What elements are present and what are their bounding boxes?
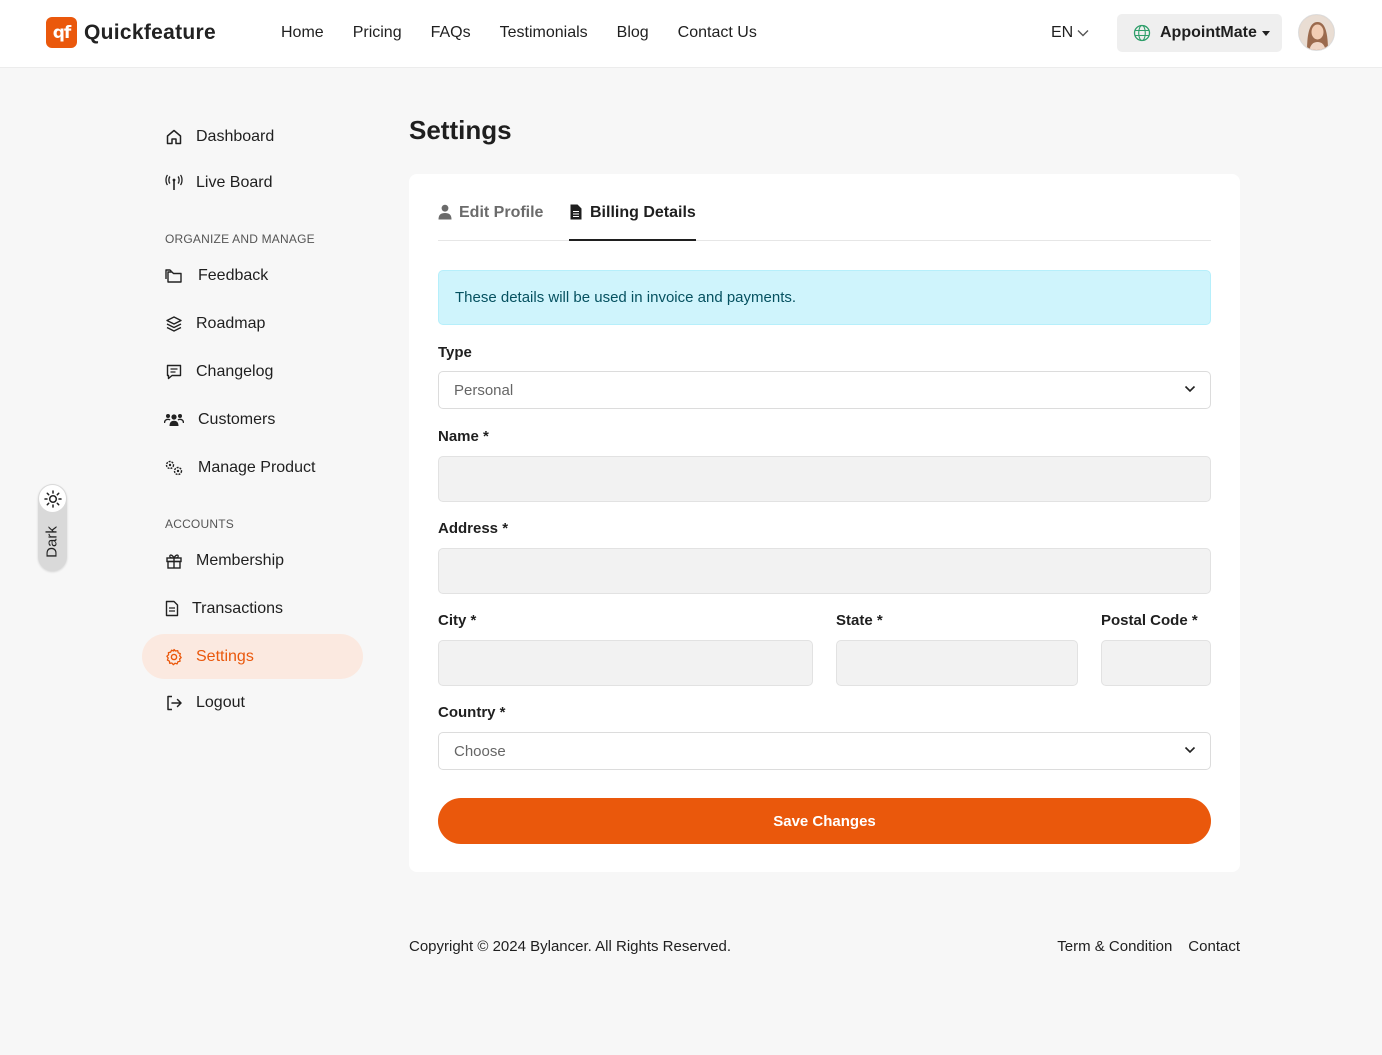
sidebar-item-manage-product[interactable]: Manage Product: [142, 445, 363, 490]
workspace-switcher[interactable]: AppointMate: [1117, 14, 1282, 52]
sidebar-item-logout[interactable]: Logout: [142, 680, 363, 725]
chevron-down-icon: [1184, 746, 1196, 754]
gears-icon: [164, 458, 184, 478]
copyright-text: Copyright © 2024 Bylancer. All Rights Re…: [409, 938, 732, 955]
home-icon: [164, 127, 184, 147]
chevron-down-icon: [1077, 30, 1089, 37]
workspace-name: AppointMate: [1160, 24, 1257, 41]
settings-tabs: Edit Profile Billing Details: [438, 200, 1211, 241]
caret-down-icon: [1261, 30, 1270, 36]
country-label: Country *: [438, 704, 506, 721]
sidebar-item-label: Live Board: [196, 173, 273, 191]
country-select-value: Choose: [454, 742, 506, 760]
layers-icon: [164, 314, 184, 334]
top-navbar: qf Quickfeature Home Pricing FAQs Testim…: [0, 0, 1382, 68]
sidebar-section-accounts: ACCOUNTS: [165, 517, 234, 531]
gift-icon: [164, 551, 184, 571]
tab-billing-details[interactable]: Billing Details: [569, 204, 696, 241]
nav-faqs[interactable]: FAQs: [431, 24, 471, 42]
logout-icon: [164, 693, 184, 713]
language-label: EN: [1051, 24, 1074, 41]
nav-pricing[interactable]: Pricing: [353, 24, 402, 42]
city-field[interactable]: [438, 640, 813, 686]
save-changes-button[interactable]: Save Changes: [438, 798, 1211, 844]
nav-contact-us[interactable]: Contact Us: [678, 24, 757, 42]
sidebar-item-label: Logout: [196, 693, 245, 711]
sidebar-item-dashboard[interactable]: Dashboard: [142, 114, 363, 159]
tab-edit-profile[interactable]: Edit Profile: [438, 204, 543, 240]
sidebar-item-label: Dashboard: [196, 127, 275, 145]
type-label: Type: [438, 344, 472, 361]
sidebar-section-manage: ORGANIZE AND MANAGE: [165, 232, 315, 246]
sidebar-item-changelog[interactable]: Changelog: [142, 349, 363, 394]
message-square-icon: [164, 362, 184, 382]
document-icon: [569, 204, 583, 220]
postal-code-field[interactable]: [1101, 640, 1211, 686]
footer-link-contact[interactable]: Contact: [1188, 938, 1240, 955]
nav-home[interactable]: Home: [281, 24, 324, 42]
sidebar-item-roadmap[interactable]: Roadmap: [142, 301, 363, 346]
name-label: Name *: [438, 428, 489, 445]
theme-toggle-label: Dark: [43, 526, 61, 558]
sidebar-item-membership[interactable]: Membership: [142, 538, 363, 583]
sidebar-item-label: Changelog: [196, 362, 274, 380]
folders-icon: [164, 266, 184, 286]
theme-toggle[interactable]: Dark: [38, 484, 67, 571]
language-selector[interactable]: EN: [1051, 24, 1089, 42]
avatar-image: [1299, 15, 1334, 50]
brand-logo[interactable]: qf Quickfeature: [46, 17, 216, 48]
sidebar-item-live-board[interactable]: Live Board: [142, 160, 363, 205]
type-select[interactable]: Personal: [438, 371, 1211, 409]
tab-label: Edit Profile: [459, 204, 544, 221]
page-title: Settings: [409, 115, 512, 145]
sidebar-item-label: Manage Product: [198, 458, 316, 476]
nav-blog[interactable]: Blog: [617, 24, 649, 42]
settings-icon: [164, 647, 184, 667]
brand-name: Quickfeature: [84, 20, 216, 44]
state-label: State *: [836, 612, 883, 629]
postal-code-label: Postal Code *: [1101, 612, 1198, 629]
footer-links: Term & Condition Contact: [1041, 938, 1240, 955]
sidebar-item-label: Membership: [196, 551, 285, 569]
main-nav: Home Pricing FAQs Testimonials Blog Cont…: [281, 24, 786, 42]
avatar[interactable]: [1298, 14, 1335, 51]
chevron-down-icon: [1184, 385, 1196, 393]
settings-card: Edit Profile Billing Details These detai…: [409, 174, 1240, 872]
logo-mark: qf: [46, 17, 77, 48]
nav-testimonials[interactable]: Testimonials: [500, 24, 588, 42]
sidebar-item-settings[interactable]: Settings: [142, 634, 363, 679]
sidebar-item-label: Feedback: [198, 266, 269, 284]
address-label: Address *: [438, 520, 509, 537]
info-alert: These details will be used in invoice an…: [438, 270, 1211, 325]
users-icon: [164, 410, 184, 430]
city-label: City *: [438, 612, 477, 629]
sidebar-item-feedback[interactable]: Feedback: [142, 253, 363, 298]
type-select-value: Personal: [454, 381, 514, 399]
footer-link-terms[interactable]: Term & Condition: [1057, 938, 1172, 955]
sidebar-item-label: Transactions: [192, 599, 283, 617]
sidebar-item-label: Settings: [196, 647, 254, 665]
sidebar-item-label: Customers: [198, 410, 276, 428]
tab-label: Billing Details: [590, 204, 696, 221]
sidebar-item-transactions[interactable]: Transactions: [142, 586, 363, 631]
user-icon: [438, 204, 452, 220]
country-select[interactable]: Choose: [438, 732, 1211, 770]
globe-icon: [1133, 24, 1151, 42]
state-field[interactable]: [836, 640, 1078, 686]
broadcast-icon: [164, 173, 184, 193]
address-field[interactable]: [438, 548, 1211, 594]
file-text-icon: [164, 599, 180, 619]
sidebar-item-customers[interactable]: Customers: [142, 397, 363, 442]
sidebar-item-label: Roadmap: [196, 314, 266, 332]
name-field[interactable]: [438, 456, 1211, 502]
sun-icon: [39, 485, 66, 512]
